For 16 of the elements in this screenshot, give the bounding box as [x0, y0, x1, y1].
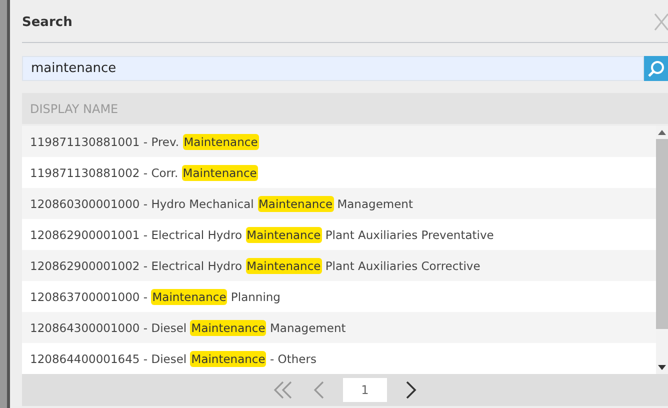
result-row[interactable]: 119871130881001 - Prev. Maintenance: [22, 126, 656, 157]
scroll-down-icon[interactable]: [658, 365, 666, 370]
result-row[interactable]: 120864300001000 - Diesel Maintenance Management: [22, 312, 656, 343]
next-page-button[interactable]: [405, 380, 417, 400]
result-row[interactable]: 120862900001002 - Electrical Hydro Maintenance Plant Auxiliaries Corrective: [22, 250, 656, 281]
search-icon: [647, 60, 665, 78]
page-number[interactable]: 1: [343, 378, 387, 402]
dialog-title: Search: [22, 14, 72, 30]
result-row[interactable]: 120860300001000 - Hydro Mechanical Maintenance Management: [22, 188, 656, 219]
scrollbar[interactable]: [656, 126, 668, 374]
search-field[interactable]: maintenance: [22, 56, 644, 81]
scrollbar-thumb[interactable]: [656, 139, 668, 329]
column-header: DISPLAY NAME: [30, 102, 118, 116]
close-button[interactable]: [654, 13, 668, 31]
search-button[interactable]: [644, 56, 668, 81]
scroll-up-icon[interactable]: [658, 130, 666, 135]
